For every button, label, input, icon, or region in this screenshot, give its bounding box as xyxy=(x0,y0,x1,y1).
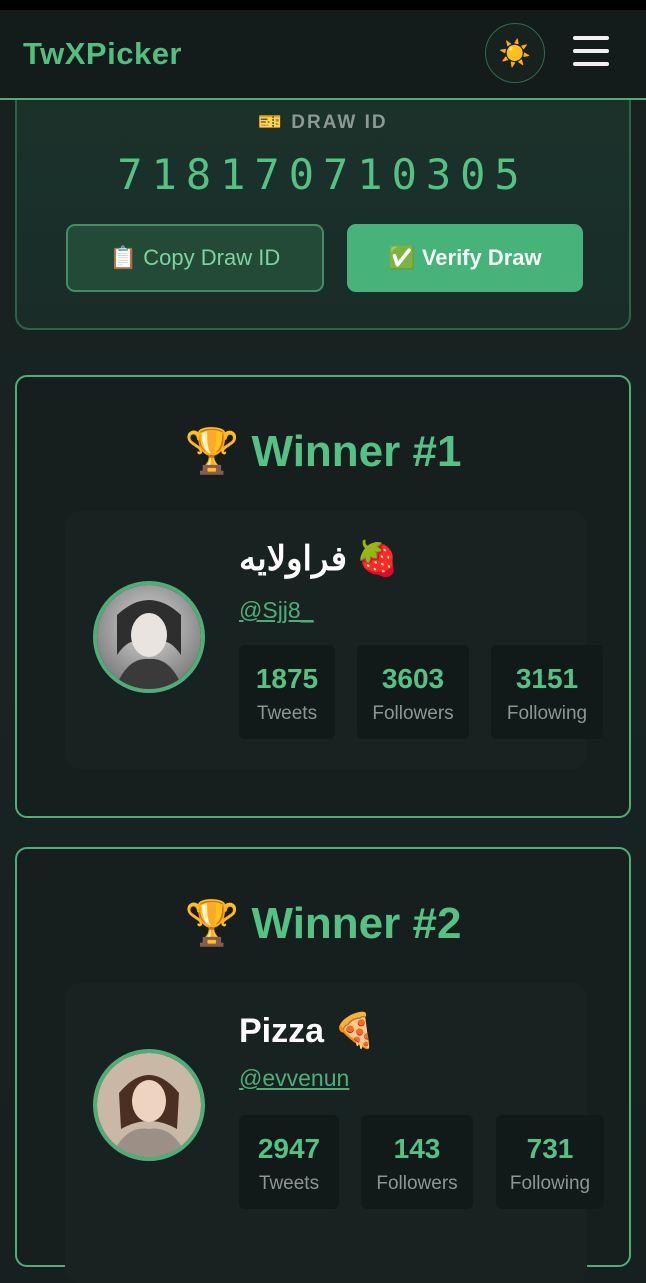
stat-followers: 143 Followers xyxy=(361,1115,473,1209)
stat-tweets: 2947 Tweets xyxy=(239,1115,339,1209)
top-navbar: TwXPicker ☀️ xyxy=(0,10,646,100)
stat-tweets: 1875 Tweets xyxy=(239,645,335,739)
stat-value: 3603 xyxy=(381,663,445,694)
stat-value: 731 xyxy=(526,1133,574,1164)
winner-profile: فراولایه 🍓 @Sjj8_ 1875 Tweets 3603 Follo… xyxy=(65,511,603,769)
winner-card: 🏆 Winner #2 Pizza 🍕 @evvenun 2947 Tweets… xyxy=(15,847,631,1283)
winner-title: 🏆 Winner #2 xyxy=(184,899,462,948)
winner-handle-link[interactable]: @Sjj8_ xyxy=(239,597,314,624)
sun-icon: ☀️ xyxy=(498,37,532,68)
stat-following: 731 Following xyxy=(496,1115,604,1209)
draw-id-card: 🎫 DRAW ID 718170710305 📋 Copy Draw ID ✅ … xyxy=(15,60,631,330)
status-bar xyxy=(0,0,646,10)
winner-handle-link[interactable]: @evvenun xyxy=(239,1065,349,1092)
winner-title: 🏆 Winner #1 xyxy=(184,427,462,476)
hamburger-menu-icon[interactable] xyxy=(571,34,611,68)
stat-label: Following xyxy=(509,1173,591,1194)
stat-label: Following xyxy=(506,703,588,724)
avatar[interactable] xyxy=(93,581,205,693)
stat-value: 1875 xyxy=(255,663,319,694)
draw-id-value: 718170710305 xyxy=(117,150,529,199)
winner-name: فراولایه 🍓 xyxy=(239,540,399,578)
stat-label: Followers xyxy=(372,703,454,724)
menu-bar xyxy=(573,36,609,40)
winner-name: Pizza 🍕 xyxy=(239,1012,376,1050)
verify-draw-button[interactable]: ✅ Verify Draw xyxy=(347,224,583,292)
copy-draw-id-button[interactable]: 📋 Copy Draw ID xyxy=(66,224,324,292)
menu-bar xyxy=(573,49,609,53)
stat-followers: 3603 Followers xyxy=(357,645,469,739)
stat-label: Followers xyxy=(376,1173,458,1194)
stat-value: 3151 xyxy=(515,663,579,694)
stat-following: 3151 Following xyxy=(491,645,603,739)
stat-value: 2947 xyxy=(257,1133,321,1164)
winner-card: 🏆 Winner #1 فراولایه 🍓 @Sjj8_ 1875 Tweet… xyxy=(15,375,631,818)
stat-label: Tweets xyxy=(256,703,318,724)
winner-profile: Pizza 🍕 @evvenun 2947 Tweets 143 Followe… xyxy=(65,983,604,1283)
brand-logo[interactable]: TwXPicker xyxy=(23,36,182,72)
theme-toggle-button[interactable]: ☀️ xyxy=(485,23,545,83)
avatar[interactable] xyxy=(93,1049,205,1161)
stat-label: Tweets xyxy=(258,1173,320,1194)
menu-bar xyxy=(573,62,609,66)
draw-id-label: 🎫 DRAW ID xyxy=(258,112,388,133)
stat-value: 143 xyxy=(393,1133,441,1164)
